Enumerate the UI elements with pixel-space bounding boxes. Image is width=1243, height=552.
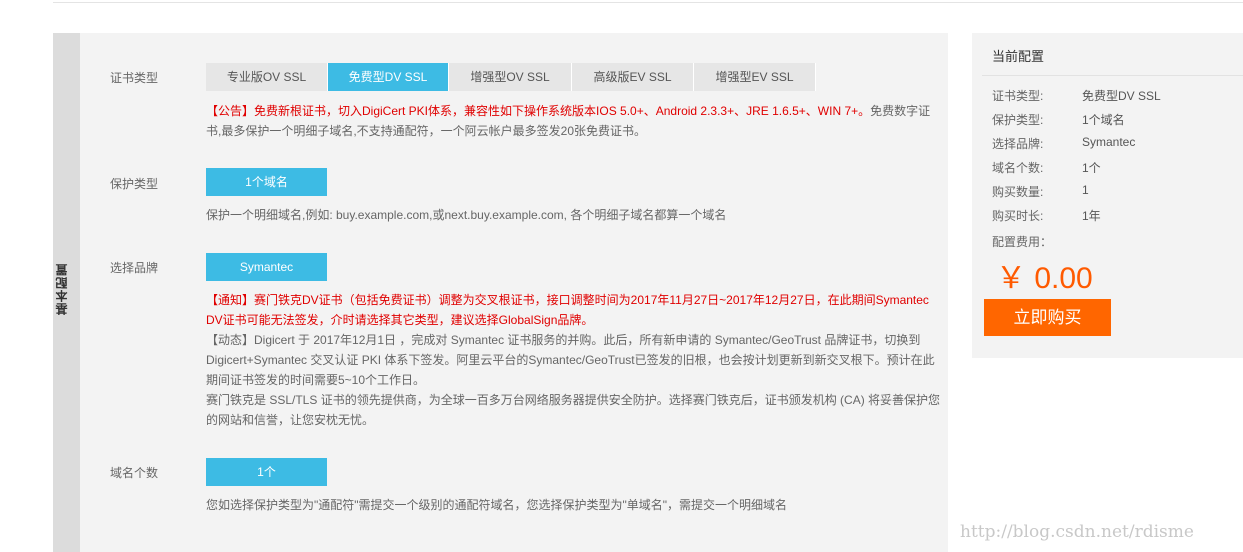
protect-type-label: 保护类型 (110, 177, 159, 191)
cert-type-tabs: 专业版OV SSL 免费型DV SSL 增强型OV SSL 高级版EV SSL … (206, 63, 816, 91)
config-fee-label: 配置费用： (992, 235, 1053, 249)
protect-type-option-button[interactable]: 1个域名 (206, 168, 327, 196)
tab-enhanced-ov-ssl[interactable]: 增强型OV SSL (449, 63, 572, 91)
config-price: ￥ 0.00 (996, 262, 1093, 295)
config-row-label: 域名个数: (992, 161, 1044, 175)
cert-type-notice: 【公告】免费新根证书，切入DigiCert PKI体系，兼容性如下操作系统版本I… (206, 101, 941, 141)
sidebar-tab-label: 基本配置 (55, 263, 69, 315)
domain-count-label: 域名个数 (110, 466, 159, 480)
config-row-value: 免费型DV SSL (1082, 89, 1161, 103)
config-row-label: 购买数量: (992, 185, 1044, 199)
watermark-text: http://blog.csdn.net/rdisme (960, 522, 1194, 542)
brand-dynamic-line: 【动态】Digicert 于 2017年12月1日 ，完成对 Symantec … (206, 333, 921, 347)
protect-type-desc: 保护一个明细域名,例如: buy.example.com,或next.buy.e… (206, 208, 727, 222)
config-row-label: 购买时长: (992, 209, 1044, 223)
brand-intro-line: 的网站和信誉，让您安枕无忧。 (206, 413, 375, 427)
sidebar-tab-basic-config[interactable]: 基本配置 (53, 33, 80, 552)
config-divider (982, 75, 1243, 76)
cert-type-notice-highlight: 【公告】免费新根证书，切入DigiCert PKI体系，兼容性如下操作系统版本I… (206, 104, 871, 118)
brand-dynamic-line: 期间证书签发的时间需要5~10个工作日。 (206, 373, 426, 387)
config-title: 当前配置 (992, 49, 1045, 64)
config-row-label: 证书类型: (992, 89, 1044, 103)
domain-count-option-button[interactable]: 1个 (206, 458, 327, 486)
current-config-panel: 当前配置 证书类型: 免费型DV SSL 保护类型: 1个域名 选择品牌: Sy… (972, 33, 1243, 358)
config-row-label: 选择品牌: (992, 137, 1044, 151)
tab-pro-ov-ssl[interactable]: 专业版OV SSL (206, 63, 328, 91)
brand-label: 选择品牌 (110, 261, 159, 275)
config-row-value: 1个 (1082, 161, 1101, 175)
top-divider (53, 0, 1243, 3)
brand-dynamic-line: Digicert+Symantec 交叉认证 PKI 体系下签发。阿里云平台的S… (206, 353, 935, 367)
brand-intro-line: 赛门铁克是 SSL/TLS 证书的领先提供商，为全球一百多万台网络服务器提供安全… (206, 393, 941, 407)
cert-type-label: 证书类型 (110, 71, 159, 85)
config-row-label: 保护类型: (992, 113, 1044, 127)
tab-advanced-ev-ssl[interactable]: 高级版EV SSL (572, 63, 694, 91)
brand-notice-line: 【通知】赛门铁克DV证书（包括免费证书）调整为交叉根证书，接口调整时间为2017… (206, 293, 929, 307)
config-row-value: 1年 (1082, 209, 1101, 223)
config-row-value: 1 (1082, 183, 1089, 197)
brand-notice: 【通知】赛门铁克DV证书（包括免费证书）调整为交叉根证书，接口调整时间为2017… (206, 290, 941, 430)
buy-now-button[interactable]: 立即购买 (984, 299, 1111, 336)
config-row-value: Symantec (1082, 135, 1136, 149)
brand-option-button[interactable]: Symantec (206, 253, 327, 281)
tab-enhanced-ev-ssl[interactable]: 增强型EV SSL (694, 63, 816, 91)
tab-free-dv-ssl[interactable]: 免费型DV SSL (328, 63, 449, 91)
brand-notice-line: DV证书可能无法签发，介时请选择其它类型，建议选择GlobalSign品牌。 (206, 313, 594, 327)
config-row-value: 1个域名 (1082, 113, 1125, 127)
domain-count-desc: 您如选择保护类型为"通配符"需提交一个级别的通配符域名，您选择保护类型为"单域名… (206, 498, 788, 512)
config-form-panel: 证书类型 专业版OV SSL 免费型DV SSL 增强型OV SSL 高级版EV… (80, 33, 948, 552)
